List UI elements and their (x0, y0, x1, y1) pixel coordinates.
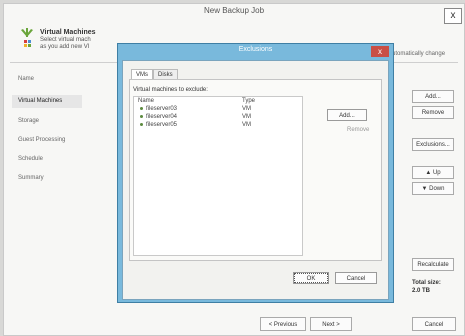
vm-name: fileserver05 (146, 122, 178, 128)
header-description-right: utomatically change (392, 51, 446, 57)
nav-item-storage[interactable]: Storage (18, 118, 39, 124)
excluded-vms-list[interactable]: Name Type fileserver03 VM fileserver04 V… (133, 96, 303, 256)
total-size-value: 2.0 TB (412, 288, 431, 294)
up-button[interactable]: ▲ Up (412, 166, 454, 179)
up-arrow-icon: ▲ (425, 170, 433, 176)
previous-button[interactable]: < Previous (260, 317, 306, 331)
nav-item-name[interactable]: Name (18, 76, 34, 82)
nav-item-guest-processing[interactable]: Guest Processing (18, 137, 65, 143)
add-button[interactable]: Add... (412, 90, 454, 103)
dialog-body: VMs Disks Virtual machines to exclude: N… (122, 60, 389, 300)
header-title: Virtual Machines (40, 29, 96, 36)
list-item[interactable]: fileserver05 (140, 122, 177, 128)
dialog-title: Exclusions (238, 46, 273, 53)
vm-icon (140, 114, 143, 118)
window-close-button[interactable]: x (444, 8, 462, 24)
total-size-label: Total size: (412, 280, 441, 286)
vm-icon (140, 122, 143, 126)
next-button[interactable]: Next > (310, 317, 352, 331)
down-arrow-icon: ▼ (421, 186, 430, 192)
exclusions-dialog: Exclusions x VMs Disks Virtual machines … (117, 43, 394, 303)
down-button[interactable]: ▼ Down (412, 182, 454, 195)
cancel-button[interactable]: Cancel (412, 317, 456, 331)
window-title: New Backup Job (203, 6, 265, 15)
header-description-line2: as you add new VI (40, 44, 90, 50)
column-header-type[interactable]: Type (242, 98, 255, 104)
nav-item-virtual-machines[interactable]: Virtual Machines (18, 98, 62, 104)
nav-item-schedule[interactable]: Schedule (18, 156, 43, 162)
vms-to-exclude-label: Virtual machines to exclude: (133, 87, 208, 93)
dialog-remove-button[interactable]: Remove (347, 127, 369, 133)
vm-name: fileserver04 (146, 114, 178, 120)
vm-type: VM (242, 122, 251, 128)
vm-name: fileserver03 (146, 106, 178, 112)
vm-type: VM (242, 106, 251, 112)
list-item[interactable]: fileserver04 (140, 114, 177, 120)
header-description-line1: Select virtual mach (40, 37, 91, 43)
exclusions-button[interactable]: Exclusions... (412, 138, 454, 151)
vm-type: VM (242, 114, 251, 120)
dialog-close-button[interactable]: x (371, 46, 389, 57)
dialog-ok-button[interactable]: OK (293, 272, 329, 284)
recalculate-button[interactable]: Recalculate (412, 258, 454, 271)
list-item[interactable]: fileserver03 (140, 106, 177, 112)
dialog-cancel-button[interactable]: Cancel (335, 272, 377, 284)
down-button-label: Down (429, 186, 445, 192)
dialog-add-button[interactable]: Add... (327, 109, 367, 121)
vm-icon (140, 106, 143, 110)
up-button-label: Up (432, 170, 441, 176)
nav-item-summary[interactable]: Summary (18, 175, 44, 181)
veeam-vm-logo-icon (18, 26, 36, 52)
remove-button[interactable]: Remove (412, 106, 454, 119)
column-header-name[interactable]: Name (138, 98, 154, 104)
